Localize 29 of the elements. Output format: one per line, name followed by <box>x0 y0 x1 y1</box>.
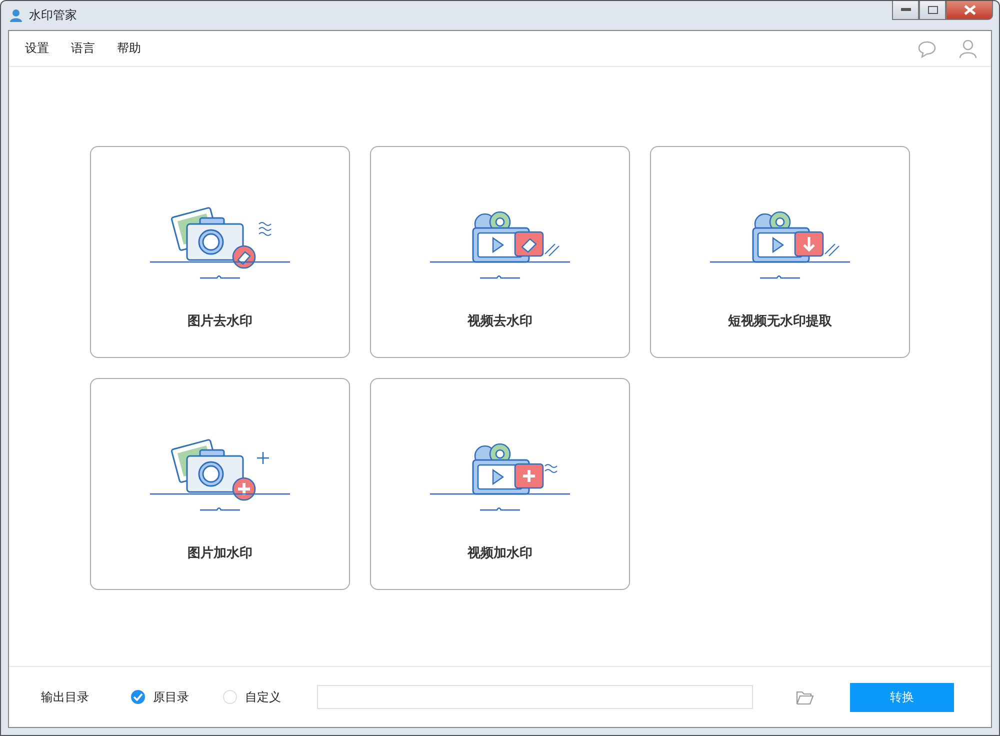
radio-option[interactable]: 原目录 <box>131 688 189 706</box>
feature-card[interactable]: 视频加水印 <box>370 378 630 590</box>
chat-bubble-icon[interactable] <box>917 40 937 58</box>
menu-item[interactable]: 设置 <box>25 40 49 57</box>
card-label: 视频去水印 <box>468 313 532 330</box>
feature-card[interactable]: 图片去水印 <box>90 146 350 358</box>
card-label: 图片去水印 <box>188 313 252 330</box>
feature-card[interactable]: 视频去水印 <box>370 146 630 358</box>
maximize-icon <box>928 6 938 14</box>
minimize-button[interactable] <box>892 1 919 20</box>
maximize-button[interactable] <box>919 1 946 20</box>
feature-card[interactable]: 图片加水印 <box>90 378 350 590</box>
person-icon <box>9 8 23 22</box>
menu-item[interactable]: 帮助 <box>117 40 141 57</box>
window-title: 水印管家 <box>29 7 77 24</box>
close-icon <box>964 5 976 15</box>
feature-card[interactable]: 短视频无水印提取 <box>650 146 910 358</box>
menu-item[interactable]: 语言 <box>71 40 95 57</box>
close-button[interactable] <box>946 1 993 20</box>
radio-option[interactable]: 自定义 <box>223 688 281 706</box>
path-field[interactable] <box>317 685 753 709</box>
user-icon[interactable] <box>959 38 977 58</box>
radio-button[interactable] <box>131 690 145 704</box>
card-label: 视频加水印 <box>468 545 532 562</box>
output-folder-label: 输出目录 <box>41 688 89 706</box>
card-label: 图片加水印 <box>188 545 252 562</box>
folder-icon[interactable] <box>796 690 814 704</box>
minimize-icon <box>900 8 910 12</box>
card-label: 短视频无水印提取 <box>728 313 832 330</box>
